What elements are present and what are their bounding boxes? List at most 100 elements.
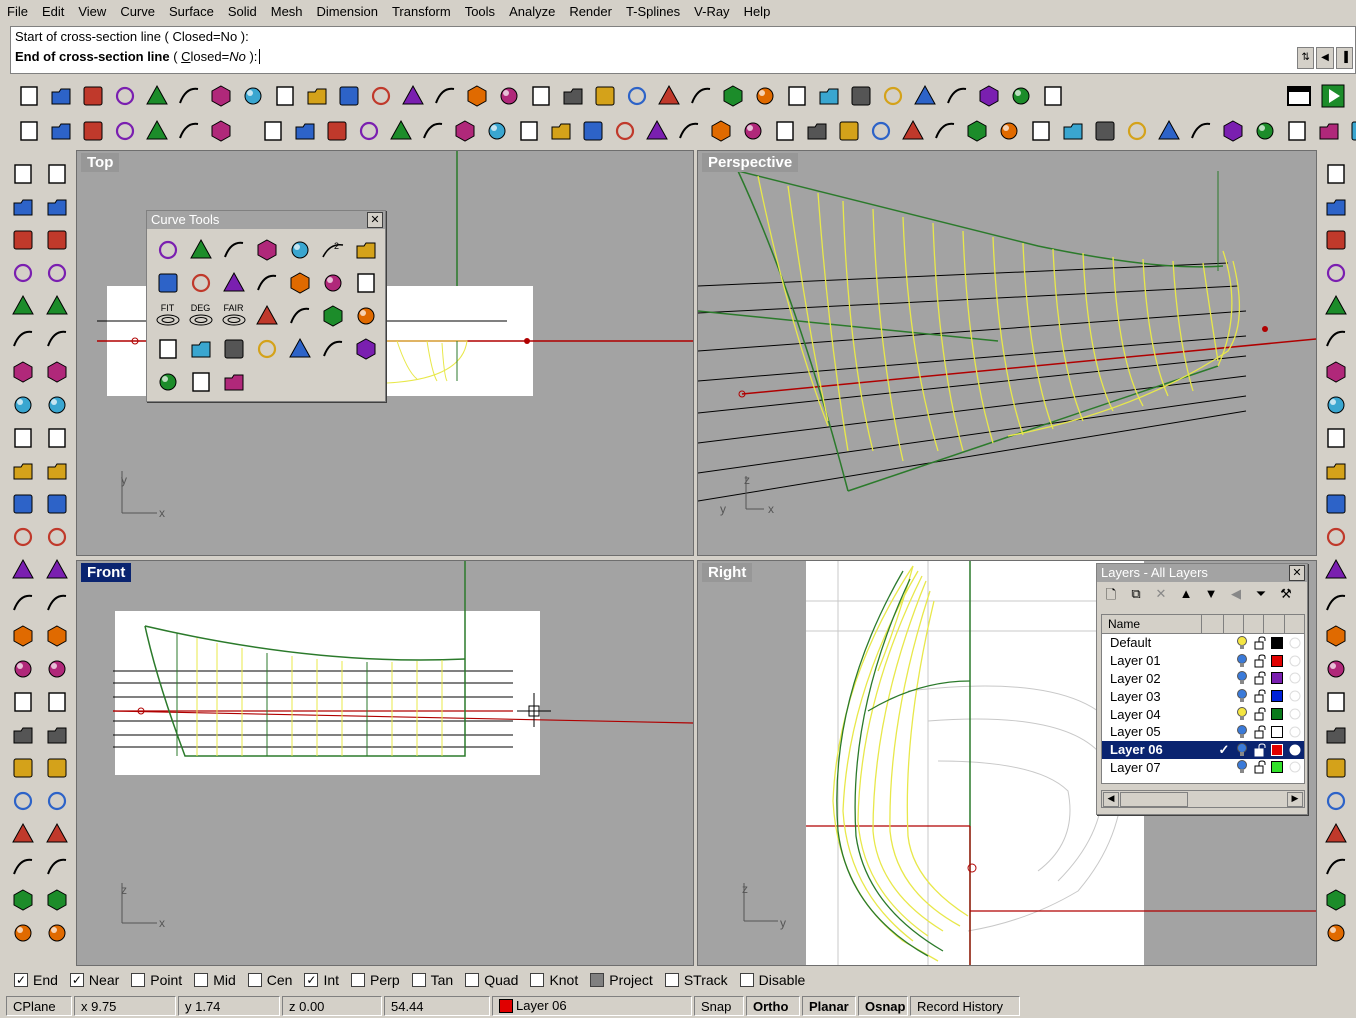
- layer-name[interactable]: Layer 03: [1102, 689, 1215, 704]
- unlock-icon[interactable]: [1251, 654, 1269, 668]
- tsplines-solid-icon[interactable]: [1314, 116, 1344, 146]
- taper-icon[interactable]: [8, 851, 38, 882]
- cplane-label[interactable]: CPlane: [6, 996, 72, 1016]
- layer-state-icon[interactable]: [1321, 917, 1351, 948]
- tsplines-cylinder-icon[interactable]: [354, 116, 384, 146]
- layer-color-swatch[interactable]: [1268, 743, 1286, 756]
- snap-toggle[interactable]: Snap: [694, 996, 744, 1016]
- help-icon[interactable]: [1038, 81, 1068, 111]
- layer-row[interactable]: Layer 06 ✓: [1102, 740, 1304, 759]
- menu-tools[interactable]: Tools: [458, 0, 502, 24]
- checkbox[interactable]: ✓: [304, 973, 319, 987]
- layer-name[interactable]: Layer 07: [1102, 760, 1215, 775]
- tsplines-pipe2-icon[interactable]: [1250, 116, 1280, 146]
- blend-icon[interactable]: [42, 521, 72, 552]
- lightbulb-icon[interactable]: [1233, 671, 1251, 685]
- layers-title-bar[interactable]: Layers - All Layers ✕: [1097, 564, 1307, 582]
- scroll-up-down-icon[interactable]: ⇅: [1297, 47, 1315, 69]
- surface-edit-icon[interactable]: [42, 389, 72, 420]
- tsplines-mirror-icon[interactable]: [962, 116, 992, 146]
- layer-row[interactable]: Default: [1102, 634, 1304, 652]
- new-sublayer-icon[interactable]: ⧉: [1126, 586, 1146, 608]
- tsplines-sphere-icon[interactable]: [322, 116, 352, 146]
- display-icon[interactable]: [1321, 884, 1351, 915]
- fair-curve-icon[interactable]: FAIR: [217, 299, 250, 332]
- layer-color-swatch[interactable]: [1268, 636, 1286, 649]
- tsplines-split-icon[interactable]: [1186, 116, 1216, 146]
- menu-view[interactable]: View: [71, 0, 113, 24]
- viewport-title-perspective[interactable]: Perspective: [702, 153, 799, 172]
- sphere-solid-icon[interactable]: [42, 356, 72, 387]
- points-on-icon[interactable]: [654, 81, 684, 111]
- layer-row[interactable]: Layer 03: [1102, 687, 1304, 705]
- layer-row[interactable]: Layer 01: [1102, 652, 1304, 670]
- curve-tools-panel[interactable]: Curve Tools ✕ 2 FIT DEG FAIR: [146, 210, 386, 402]
- layer-color-swatch[interactable]: [1268, 672, 1286, 685]
- offset-curve-icon[interactable]: [151, 266, 184, 299]
- viewport-front[interactable]: z x Front: [76, 560, 694, 966]
- viewport-perspective[interactable]: z x y Perspective: [697, 150, 1317, 556]
- run-icon[interactable]: [1318, 81, 1348, 111]
- layer-name[interactable]: Layer 02: [1102, 671, 1215, 686]
- polygon-icon[interactable]: [8, 257, 38, 288]
- layer-name[interactable]: Layer 01: [1102, 653, 1215, 668]
- move-left-icon[interactable]: ◀: [1226, 586, 1246, 608]
- layer-row[interactable]: Layer 07: [1102, 759, 1304, 777]
- insert-knot-icon[interactable]: [349, 332, 382, 365]
- checkbox[interactable]: [351, 973, 366, 987]
- tsplines-bridge-icon[interactable]: [578, 116, 608, 146]
- menu-mesh[interactable]: Mesh: [264, 0, 310, 24]
- open-icon[interactable]: [46, 81, 76, 111]
- zoom-extents-icon[interactable]: [430, 81, 460, 111]
- layer-row[interactable]: Layer 04: [1102, 705, 1304, 723]
- grid-dots-icon[interactable]: [1321, 455, 1351, 486]
- scroll-thumb[interactable]: [1120, 792, 1188, 807]
- delete-layer-icon[interactable]: ✕: [1151, 586, 1171, 608]
- viewport-title-top[interactable]: Top: [81, 153, 120, 172]
- scroll-left-icon[interactable]: ◀: [1103, 792, 1119, 807]
- tsplines-convert-icon[interactable]: [1122, 116, 1152, 146]
- layer-name[interactable]: Layer 04: [1102, 707, 1215, 722]
- unlock-icon[interactable]: [1251, 689, 1269, 703]
- closed-option-value[interactable]: No: [229, 49, 246, 64]
- explosion-icon[interactable]: [42, 422, 72, 453]
- planar-toggle[interactable]: Planar: [802, 996, 856, 1016]
- command-area[interactable]: Start of cross-section line ( Closed=No …: [10, 26, 1356, 74]
- lightbulb-icon[interactable]: [1233, 689, 1251, 703]
- close-icon[interactable]: ✕: [367, 212, 383, 228]
- unlock-icon[interactable]: [1251, 671, 1269, 685]
- dimension-icon[interactable]: [974, 81, 1004, 111]
- checkbox[interactable]: [664, 973, 679, 987]
- array-icon[interactable]: [8, 587, 38, 618]
- osnap-strack[interactable]: STrack: [664, 972, 728, 988]
- checkbox[interactable]: [131, 973, 146, 987]
- copy-icon[interactable]: [42, 785, 72, 816]
- layer-row[interactable]: Layer 05: [1102, 723, 1304, 741]
- cage-icon[interactable]: [42, 917, 72, 948]
- tsplines-thicken-icon[interactable]: [770, 116, 800, 146]
- match-icon[interactable]: [1321, 719, 1351, 750]
- menu-v-ray[interactable]: V-Ray: [687, 0, 736, 24]
- twist-icon[interactable]: [8, 884, 38, 915]
- tsplines-match-icon[interactable]: [1090, 116, 1120, 146]
- osnap-toggle[interactable]: Osnap: [858, 996, 908, 1016]
- extrude-icon[interactable]: [8, 653, 38, 684]
- sweep-icon[interactable]: [42, 323, 72, 354]
- material-circle-icon[interactable]: [1286, 655, 1304, 667]
- tsplines-manip-icon[interactable]: [1346, 116, 1356, 146]
- tsplines-quadball-icon[interactable]: [482, 116, 512, 146]
- handle-icon[interactable]: [184, 332, 217, 365]
- scroll-left-icon[interactable]: ◀: [1316, 47, 1334, 69]
- transform-icon[interactable]: [8, 455, 38, 486]
- bend-icon[interactable]: [1321, 620, 1351, 651]
- ellipse-icon[interactable]: [8, 290, 38, 321]
- layer-name[interactable]: Layer 06: [1102, 742, 1215, 757]
- osnap-perp[interactable]: Perp: [351, 972, 400, 988]
- split-icon[interactable]: [42, 752, 72, 783]
- layer-current-cell[interactable]: ✓: [1215, 742, 1233, 758]
- material-circle-icon[interactable]: [1286, 708, 1304, 720]
- tsplines-extrude-icon[interactable]: [546, 116, 576, 146]
- material-circle-icon[interactable]: [1286, 761, 1304, 773]
- wire-sphere-icon[interactable]: [814, 81, 844, 111]
- tsplines-box-mode-icon[interactable]: [1058, 116, 1088, 146]
